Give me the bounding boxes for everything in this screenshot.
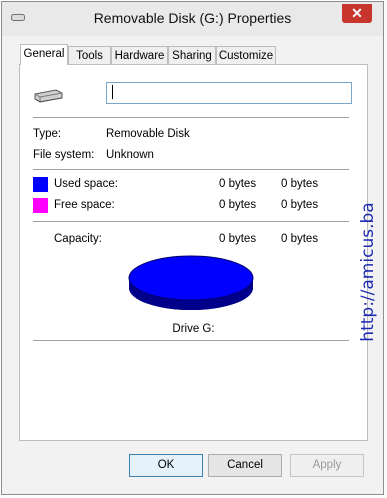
tab-tools[interactable]: Tools [68,46,111,64]
window-title: Removable Disk (G:) Properties [93,10,292,26]
usb-drive-icon [34,89,63,103]
ok-button[interactable]: OK [129,454,203,477]
divider [33,340,349,341]
divider [33,117,349,118]
apply-button[interactable]: Apply [290,454,364,477]
tab-general[interactable]: General [20,44,68,65]
close-icon: ✕ [351,5,363,21]
watermark: http://amicus.ba [357,180,379,364]
type-label: Type: [33,128,62,140]
capacity-bytes: 0 bytes [219,233,257,245]
close-button[interactable]: ✕ [342,4,372,23]
used-space-bytes: 0 bytes [219,178,257,190]
drive-label: Drive G: [172,323,215,335]
capacity-size: 0 bytes [281,233,319,245]
free-space-swatch [33,198,48,213]
free-space-bytes: 0 bytes [219,199,257,211]
used-space-size: 0 bytes [281,178,319,190]
title-bar[interactable]: Removable Disk (G:) Properties ✕ [2,2,383,36]
text-cursor [112,85,113,99]
cancel-button[interactable]: Cancel [208,454,282,477]
pie-top [128,255,254,301]
file-system-value: Unknown [106,149,154,161]
type-value: Removable Disk [106,128,190,140]
divider [33,221,349,222]
free-space-label: Free space: [54,199,115,211]
tab-hardware[interactable]: Hardware [111,46,168,64]
capacity-label: Capacity: [54,233,102,245]
disk-usage-pie [128,255,254,310]
watermark-text: http://amicus.ba [358,202,378,342]
general-panel: Type: Removable Disk File system: Unknow… [19,64,368,441]
tab-customize[interactable]: Customize [216,46,276,64]
used-space-swatch [33,177,48,192]
divider [33,169,349,170]
file-system-label: File system: [33,149,95,161]
tab-sharing[interactable]: Sharing [168,46,216,64]
drive-name-input[interactable] [106,82,352,104]
used-space-label: Used space: [54,178,118,190]
free-space-size: 0 bytes [281,199,319,211]
properties-dialog: Removable Disk (G:) Properties ✕ General… [1,1,384,495]
